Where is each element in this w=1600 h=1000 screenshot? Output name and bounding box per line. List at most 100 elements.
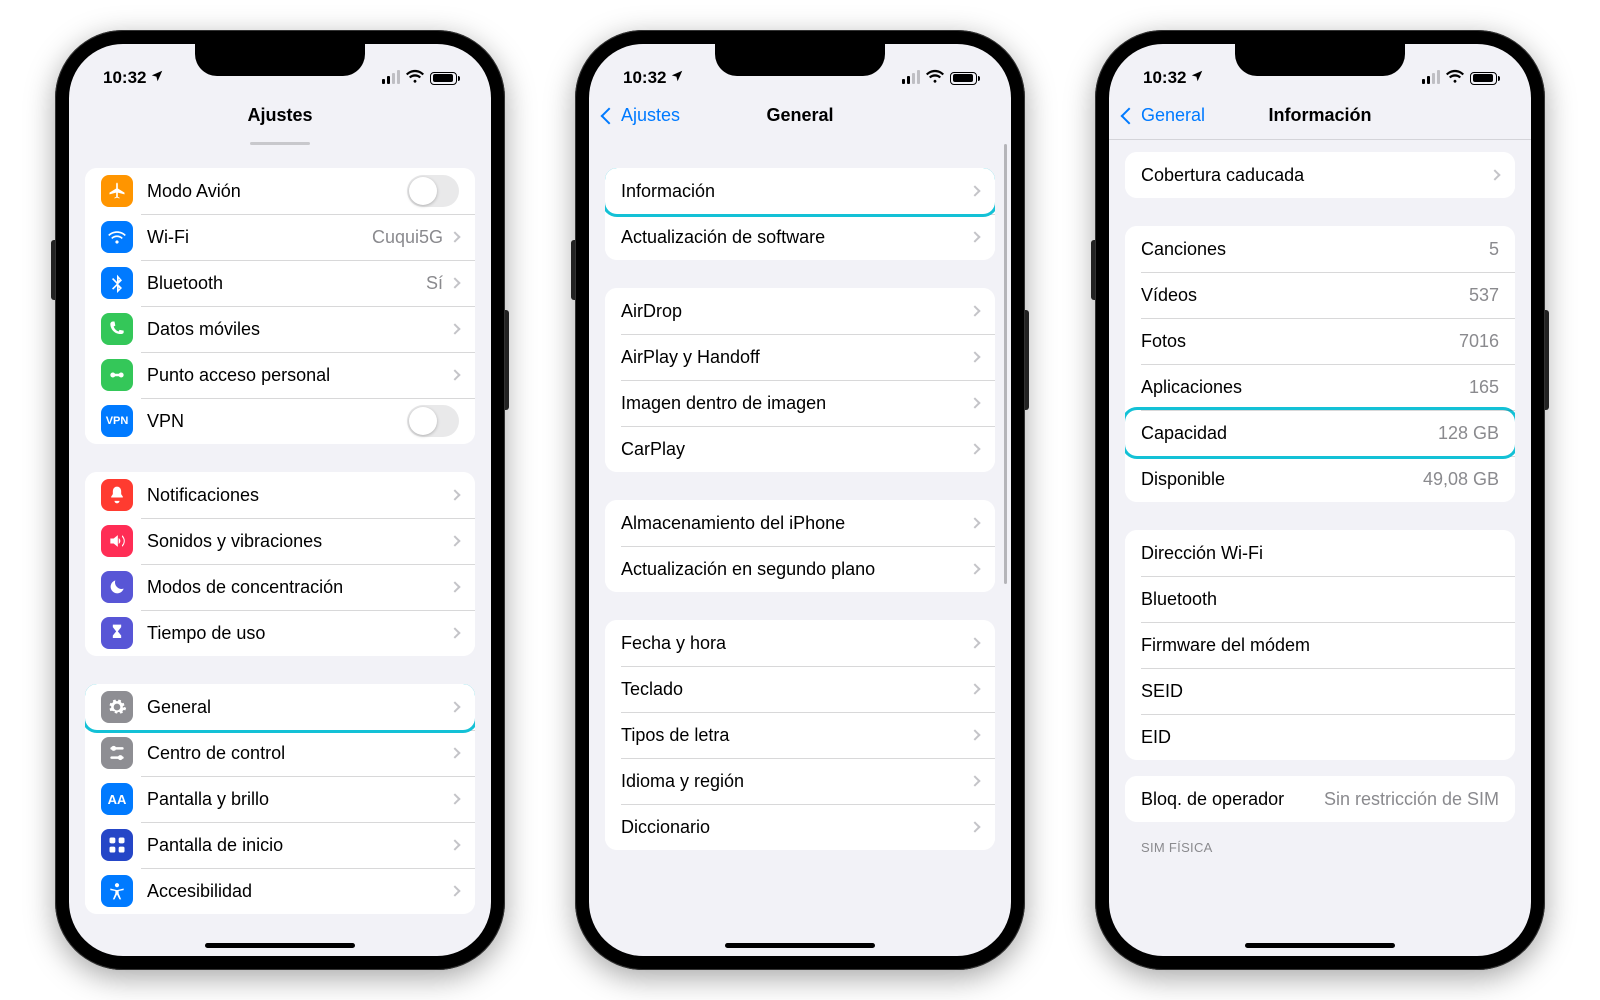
group-alerts: Notificaciones Sonidos y vibraciones Mod… (85, 472, 475, 656)
row-language[interactable]: Idioma y región (605, 758, 995, 804)
row-wifi[interactable]: Wi-Fi Cuqui5G (85, 214, 475, 260)
available-value: 49,08 GB (1423, 469, 1499, 490)
row-bg-refresh[interactable]: Actualización en segundo plano (605, 546, 995, 592)
homescreen-label: Pantalla de inicio (147, 835, 451, 856)
cellular-label: Datos móviles (147, 319, 451, 340)
row-seid[interactable]: SEID (1125, 668, 1515, 714)
focus-label: Modos de concentración (147, 577, 451, 598)
chevron-right-icon (449, 701, 460, 712)
location-icon (1190, 68, 1204, 88)
chevron-right-icon (1489, 169, 1500, 180)
row-fonts[interactable]: Tipos de letra (605, 712, 995, 758)
row-focus[interactable]: Modos de concentración (85, 564, 475, 610)
about-label: Información (621, 181, 971, 202)
row-capacity: Capacidad 128 GB (1125, 410, 1515, 456)
row-control-center[interactable]: Centro de control (85, 730, 475, 776)
row-hotspot[interactable]: Punto acceso personal (85, 352, 475, 398)
general-content[interactable]: Información Actualización de software Ai… (589, 140, 1011, 956)
screentime-label: Tiempo de uso (147, 623, 451, 644)
capacity-value: 128 GB (1438, 423, 1499, 444)
row-storage[interactable]: Almacenamiento del iPhone (605, 500, 995, 546)
chevron-right-icon (969, 351, 980, 362)
row-homescreen[interactable]: Pantalla de inicio (85, 822, 475, 868)
chevron-right-icon (969, 775, 980, 786)
group-counts: Canciones 5 Vídeos 537 Fotos 7016 Aplica… (1125, 226, 1515, 502)
home-indicator[interactable] (725, 943, 875, 948)
sounds-label: Sonidos y vibraciones (147, 531, 451, 552)
bg-refresh-label: Actualización en segundo plano (621, 559, 971, 580)
row-songs: Canciones 5 (1125, 226, 1515, 272)
chevron-right-icon (449, 839, 460, 850)
airplane-toggle[interactable] (407, 175, 459, 207)
dictionary-label: Diccionario (621, 817, 971, 838)
row-airdrop[interactable]: AirDrop (605, 288, 995, 334)
row-modem-firmware[interactable]: Firmware del módem (1125, 622, 1515, 668)
row-carrier-lock: Bloq. de operador Sin restricción de SIM (1125, 776, 1515, 822)
back-label: Ajustes (621, 105, 680, 126)
wifi-label: Wi-Fi (147, 227, 372, 248)
home-indicator[interactable] (1245, 943, 1395, 948)
songs-value: 5 (1489, 239, 1499, 260)
wifi-icon (406, 68, 424, 88)
bluetooth-icon (101, 267, 133, 299)
row-dictionary[interactable]: Diccionario (605, 804, 995, 850)
airplay-label: AirPlay y Handoff (621, 347, 971, 368)
navbar-settings: Ajustes (69, 92, 491, 140)
settings-content[interactable]: Modo Avión Wi-Fi Cuqui5G Bluetooth (69, 140, 491, 956)
row-bt-address[interactable]: Bluetooth (1125, 576, 1515, 622)
chevron-right-icon (449, 323, 460, 334)
row-eid[interactable]: EID (1125, 714, 1515, 760)
row-vpn[interactable]: VPN VPN (85, 398, 475, 444)
row-bluetooth[interactable]: Bluetooth Sí (85, 260, 475, 306)
row-airplane[interactable]: Modo Avión (85, 168, 475, 214)
row-keyboard[interactable]: Teclado (605, 666, 995, 712)
wifi-settings-icon (101, 221, 133, 253)
vpn-icon: VPN (101, 405, 133, 437)
row-notifications[interactable]: Notificaciones (85, 472, 475, 518)
row-general[interactable]: General (85, 684, 475, 730)
back-button[interactable]: Ajustes (603, 92, 680, 139)
location-icon (150, 68, 164, 88)
row-coverage[interactable]: Cobertura caducada (1125, 152, 1515, 198)
vpn-toggle[interactable] (407, 405, 459, 437)
chevron-right-icon (449, 793, 460, 804)
battery-icon (1470, 72, 1497, 85)
chevron-left-icon (601, 107, 618, 124)
row-accessibility[interactable]: Accesibilidad (85, 868, 475, 914)
vpn-label: VPN (147, 411, 407, 432)
notch (195, 44, 365, 76)
date-label: Fecha y hora (621, 633, 971, 654)
home-indicator[interactable] (205, 943, 355, 948)
row-wifi-address[interactable]: Dirección Wi-Fi (1125, 530, 1515, 576)
chevron-right-icon (969, 185, 980, 196)
row-display[interactable]: AA Pantalla y brillo (85, 776, 475, 822)
row-date[interactable]: Fecha y hora (605, 620, 995, 666)
update-label: Actualización de software (621, 227, 971, 248)
back-button[interactable]: General (1123, 92, 1205, 139)
fonts-label: Tipos de letra (621, 725, 971, 746)
about-content[interactable]: Cobertura caducada Canciones 5 Vídeos 53… (1109, 140, 1531, 956)
row-available: Disponible 49,08 GB (1125, 456, 1515, 502)
carrier-lock-label: Bloq. de operador (1141, 789, 1324, 810)
bluetooth-value: Sí (426, 273, 443, 294)
photos-label: Fotos (1141, 331, 1459, 352)
row-apps: Aplicaciones 165 (1125, 364, 1515, 410)
chevron-right-icon (449, 277, 460, 288)
page-title: Ajustes (247, 105, 312, 126)
apps-label: Aplicaciones (1141, 377, 1469, 398)
scrollbar[interactable] (1004, 144, 1007, 584)
status-time: 10:32 (103, 68, 146, 88)
bell-icon (101, 479, 133, 511)
row-sounds[interactable]: Sonidos y vibraciones (85, 518, 475, 564)
row-airplay[interactable]: AirPlay y Handoff (605, 334, 995, 380)
row-pip[interactable]: Imagen dentro de imagen (605, 380, 995, 426)
gear-icon (101, 691, 133, 723)
row-about[interactable]: Información (605, 168, 995, 214)
row-cellular[interactable]: Datos móviles (85, 306, 475, 352)
wifi-value: Cuqui5G (372, 227, 443, 248)
row-software-update[interactable]: Actualización de software (605, 214, 995, 260)
videos-value: 537 (1469, 285, 1499, 306)
row-screentime[interactable]: Tiempo de uso (85, 610, 475, 656)
status-time: 10:32 (623, 68, 666, 88)
row-carplay[interactable]: CarPlay (605, 426, 995, 472)
